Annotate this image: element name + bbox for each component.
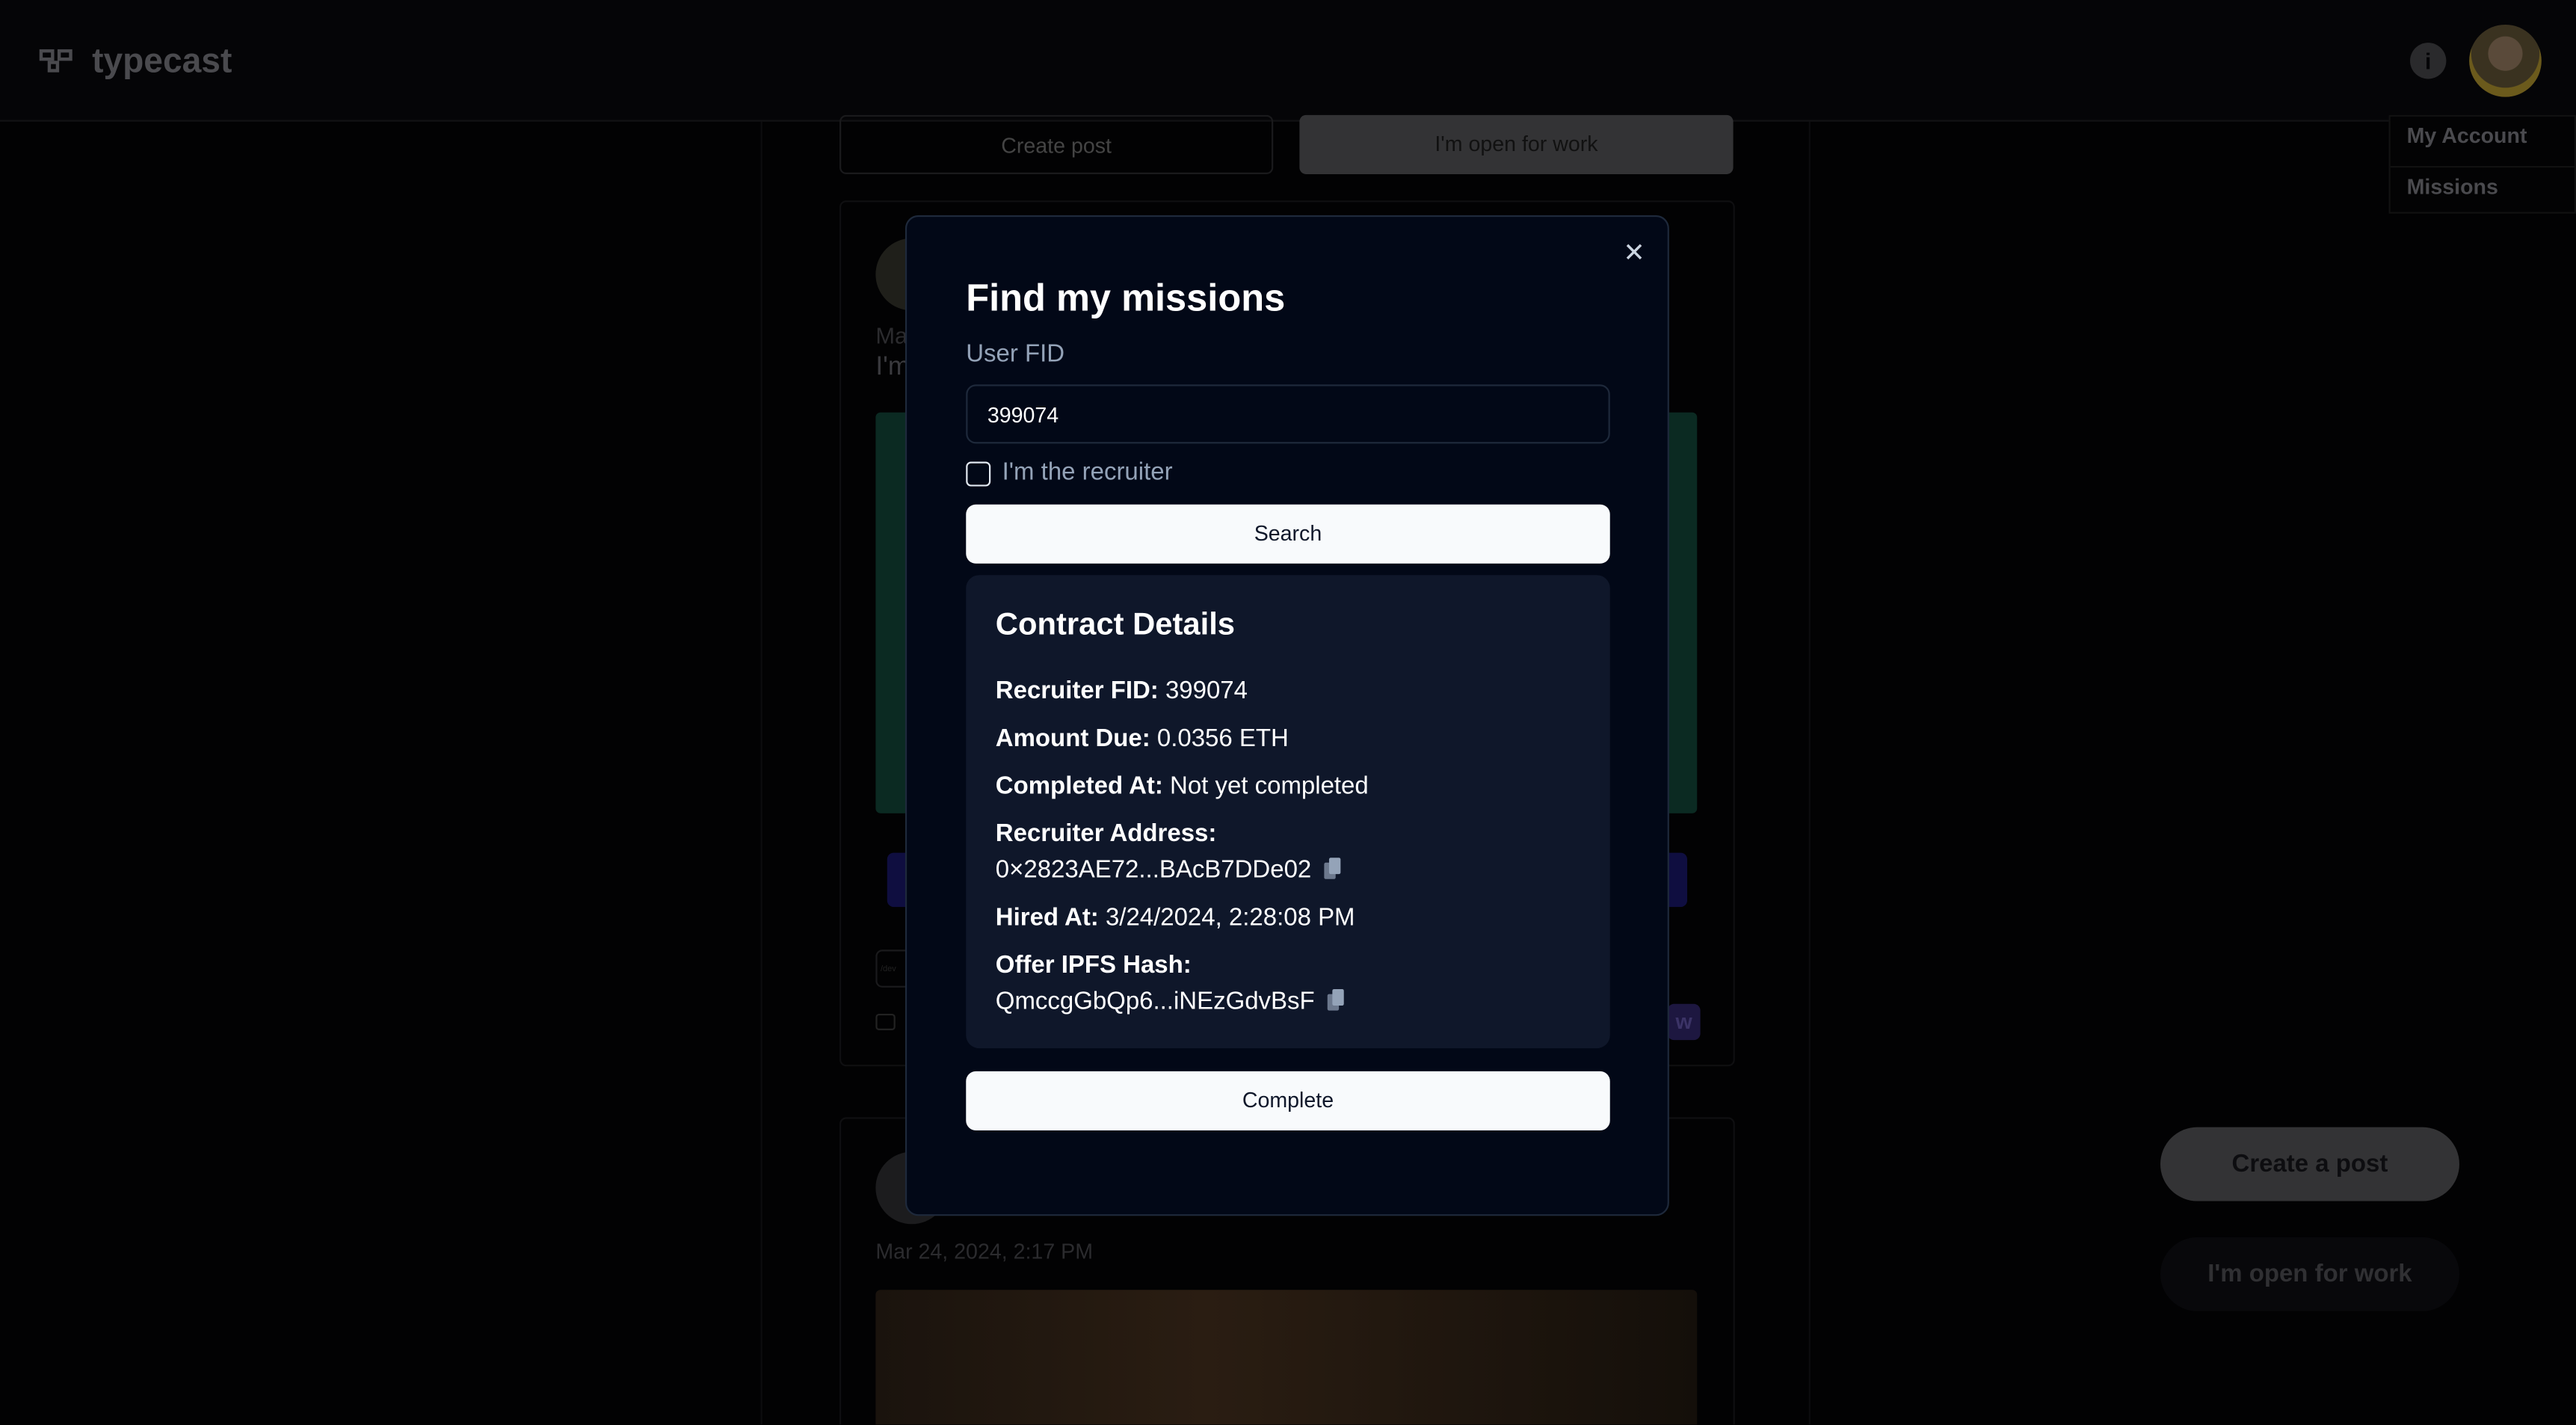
menu-item-my-account[interactable]: My Account (2391, 117, 2575, 166)
menu-item-missions[interactable]: Missions (2390, 165, 2575, 215)
ipfs-hash-value: QmccgGbQp6...iNEzGdvBsF (995, 987, 1315, 1016)
page: typecast i My Account Missions Create po… (0, 0, 2576, 1425)
user-fid-label: User FID (966, 339, 1065, 369)
copy-icon[interactable] (1328, 989, 1345, 1011)
column-divider (1808, 121, 1811, 1425)
recruiter-checkbox-label[interactable]: I'm the recruiter (1002, 458, 1173, 486)
contract-details: Contract Details Recruiter FID: 399074 A… (966, 575, 1610, 1049)
complete-button[interactable]: Complete (966, 1071, 1610, 1131)
recruiter-fid-row: Recruiter FID: 399074 (996, 674, 1580, 710)
create-post-button[interactable]: Create post (839, 114, 1274, 174)
ipfs-hash-row: Offer IPFS Hash: QmccgGbQp6...iNEzGdvBsF (996, 948, 1580, 1021)
info-icon[interactable]: i (2410, 43, 2447, 79)
recruiter-address-value: 0×2823AE72...BAcB7DDe02 (995, 856, 1312, 884)
dialog-title: Find my missions (966, 276, 1286, 319)
recruiter-address-row: Recruiter Address: 0×2823AE72...BAcB7DDe0… (996, 816, 1580, 889)
post-date: Mar 24, 2024, 2:17 PM (875, 1239, 1094, 1264)
contract-details-title: Contract Details (995, 608, 1236, 643)
comment-icon[interactable] (875, 1013, 896, 1030)
recruiter-fid-value: 399074 (1165, 677, 1248, 705)
amount-due-row: Amount Due: 0.0356 ETH (996, 721, 1580, 757)
post-badge[interactable]: w (1667, 1003, 1701, 1041)
find-missions-dialog: ✕ Find my missions User FID I'm the recr… (905, 215, 1669, 1216)
top-nav (0, 0, 2576, 122)
brand-logo[interactable]: typecast (39, 43, 232, 82)
brand-name: typecast (92, 43, 232, 81)
open-for-work-fab[interactable]: I'm open for work (2160, 1237, 2459, 1311)
label: Offer IPFS Hash: (995, 951, 1192, 979)
close-icon[interactable]: ✕ (1623, 236, 1645, 269)
completed-at-value: Not yet completed (1170, 772, 1369, 801)
copy-icon[interactable] (1324, 858, 1341, 879)
open-for-work-button[interactable]: I'm open for work (1299, 114, 1734, 174)
column-divider (760, 121, 762, 1425)
recruiter-checkbox[interactable] (966, 461, 991, 487)
label: Completed At: (995, 772, 1163, 801)
label: Hired At: (995, 903, 1099, 932)
hired-at-value: 3/24/2024, 2:28:08 PM (1105, 903, 1355, 932)
account-menu: My Account Missions (2388, 114, 2576, 215)
amount-due-value: 0.0356 ETH (1156, 724, 1289, 753)
post-image (875, 1290, 1698, 1425)
completed-at-row: Completed At: Not yet completed (996, 769, 1580, 805)
label: Recruiter Address: (995, 819, 1217, 849)
search-button[interactable]: Search (966, 504, 1610, 564)
user-avatar[interactable] (2469, 24, 2542, 97)
label: Recruiter FID: (995, 677, 1159, 705)
logo-icon (39, 49, 76, 76)
create-a-post-button[interactable]: Create a post (2160, 1127, 2459, 1201)
post-author: Ma (875, 321, 908, 348)
label: Amount Due: (995, 724, 1150, 753)
user-fid-input[interactable] (966, 384, 1610, 444)
hired-at-row: Hired At: 3/24/2024, 2:28:08 PM (996, 900, 1580, 936)
